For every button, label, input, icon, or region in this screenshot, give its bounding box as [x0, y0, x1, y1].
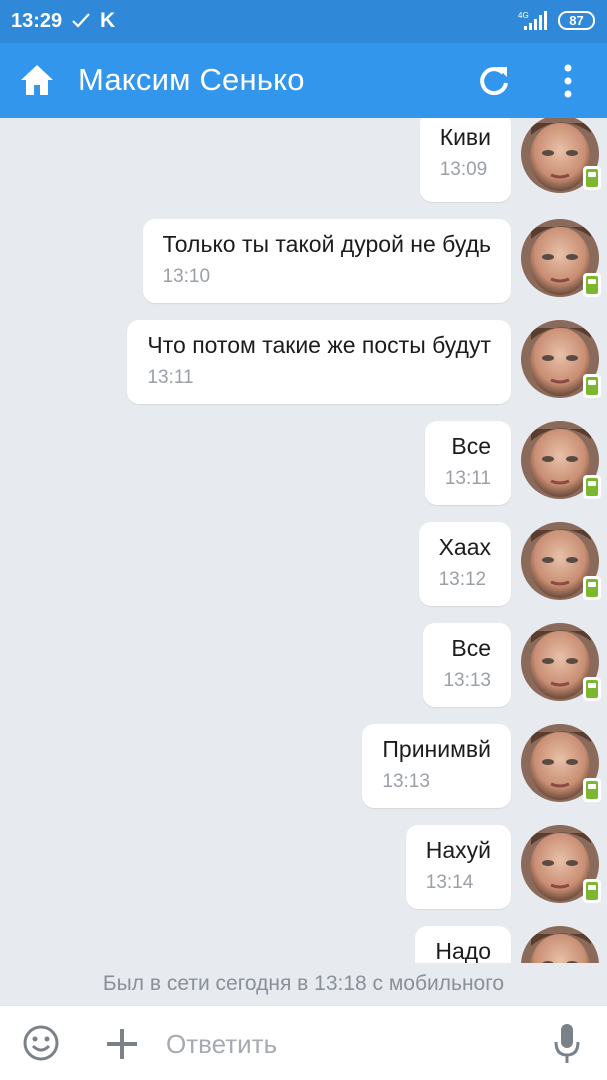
signal-icon: 4G [518, 11, 547, 30]
mobile-online-icon [583, 374, 601, 398]
message-time: 13:10 [162, 266, 211, 287]
message-text: Что потом такие же посты будут [147, 332, 491, 358]
emoji-icon[interactable] [22, 1024, 60, 1062]
composer [0, 1005, 607, 1080]
message-time: 13:09 [439, 159, 488, 180]
reply-input[interactable] [166, 1026, 526, 1062]
mobile-online-icon [583, 778, 601, 802]
plus-icon[interactable] [104, 1026, 140, 1062]
mobile-online-icon [583, 273, 601, 297]
message-text: Киви [439, 124, 491, 150]
home-icon[interactable] [18, 61, 56, 99]
message-time: 13:11 [147, 367, 194, 388]
battery-icon: 87 [558, 11, 595, 30]
message-time: 13:14 [425, 872, 474, 893]
status-bar: 13:29 K 4G 87 [0, 0, 607, 43]
check-icon [72, 13, 90, 28]
message-text: Все [451, 635, 491, 661]
page-title: Максим Сенько [78, 62, 305, 97]
message-time: 13:12 [438, 569, 487, 590]
message-bubble[interactable]: Киви 13:09 [419, 118, 511, 202]
mobile-online-icon [583, 475, 601, 499]
message-bubble[interactable]: Что потом такие же посты будут 13:11 [127, 320, 511, 404]
battery-level: 87 [569, 13, 584, 28]
microphone-icon[interactable] [553, 1022, 581, 1066]
message-bubble[interactable]: Нахуй 13:14 [405, 825, 511, 909]
more-vert-icon[interactable] [556, 63, 580, 99]
avatar-photo [521, 926, 599, 963]
status-time: 13:29 [11, 10, 63, 32]
message-text: Все [451, 433, 491, 459]
message-bubble[interactable]: Хаах 13:12 [418, 522, 511, 606]
message-time: 13:13 [382, 771, 430, 792]
message-time: 13:13 [443, 670, 491, 691]
message-time: 13:11 [444, 468, 491, 489]
refresh-icon[interactable] [476, 63, 512, 99]
network-type: 4G [518, 11, 529, 20]
message-bubble[interactable]: Только ты такой дурой не будь 13:10 [142, 219, 511, 303]
message-bubble[interactable]: Все 13:11 [424, 421, 511, 505]
message-text: Только ты такой дурой не будь [162, 231, 492, 257]
last-seen-status: Был в сети сегодня в 13:18 с мобильного [0, 963, 607, 1005]
mobile-online-icon [583, 576, 601, 600]
app-notification-letter: K [100, 9, 116, 32]
message-text: Хаах [438, 534, 491, 560]
message-text: Надо [435, 938, 491, 963]
message-text: Принимвй [382, 736, 491, 762]
app-bar: Максим Сенько [0, 43, 607, 118]
avatar[interactable] [521, 926, 599, 963]
message-bubble[interactable]: Принимвй 13:13 [362, 724, 511, 808]
message-text: Нахуй [425, 837, 491, 863]
message-bubble[interactable]: Все 13:13 [423, 623, 511, 707]
chat-history[interactable]: Киви 13:09 Только ты такой дурой не будь… [0, 118, 607, 963]
mobile-online-icon [583, 677, 601, 701]
mobile-online-icon [583, 166, 601, 190]
mobile-online-icon [583, 879, 601, 903]
message-bubble[interactable]: Надо [415, 926, 511, 963]
